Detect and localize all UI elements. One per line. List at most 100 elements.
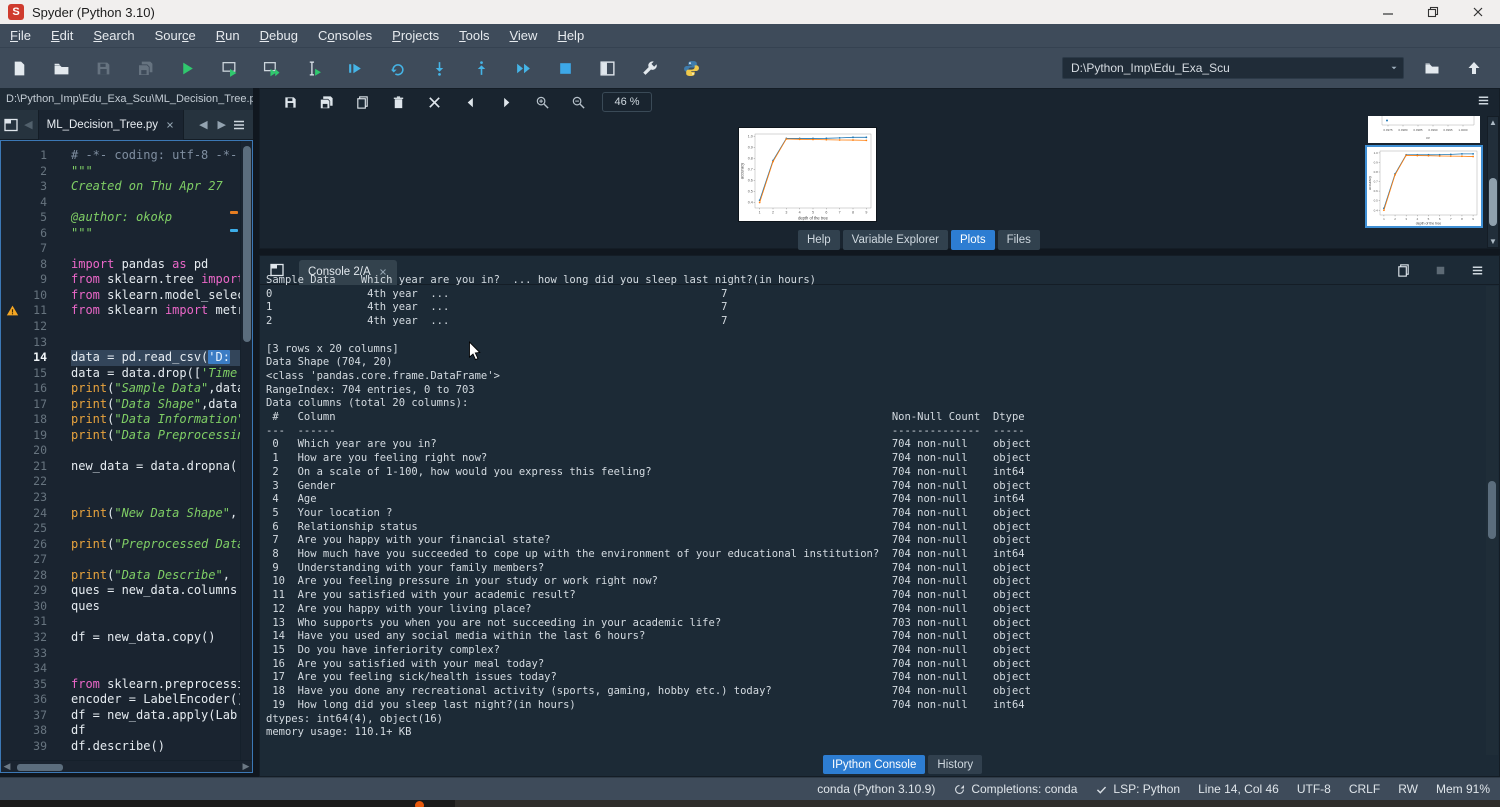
code-line[interactable]: 36encoder = LabelEncoder() bbox=[1, 692, 252, 708]
code-line[interactable]: 16print("Sample Data",data bbox=[1, 381, 252, 397]
menu-debug[interactable]: Debug bbox=[250, 24, 308, 48]
code-line[interactable]: 38df bbox=[1, 723, 252, 739]
new-file-button[interactable] bbox=[5, 54, 33, 82]
code-line[interactable]: 7 bbox=[1, 241, 252, 257]
scrollbar-thumb[interactable] bbox=[1488, 481, 1496, 539]
open-file-button[interactable] bbox=[47, 54, 75, 82]
code-line[interactable]: 23 bbox=[1, 490, 252, 506]
pythonpath-button[interactable] bbox=[677, 54, 705, 82]
code-line[interactable]: 2""" bbox=[1, 164, 252, 180]
code-line[interactable]: 22 bbox=[1, 474, 252, 490]
close-icon[interactable] bbox=[165, 120, 175, 130]
previous-plot-button[interactable] bbox=[458, 90, 482, 114]
menu-source[interactable]: Source bbox=[145, 24, 206, 48]
debug-step-out-button[interactable] bbox=[467, 54, 495, 82]
menu-run[interactable]: Run bbox=[206, 24, 250, 48]
zoom-out-button[interactable] bbox=[566, 90, 590, 114]
code-line[interactable]: 34 bbox=[1, 661, 252, 677]
code-line[interactable]: 15data = data.drop(['Time bbox=[1, 366, 252, 382]
code-line[interactable]: 24print("New Data Shape", bbox=[1, 506, 252, 522]
pane-tab-files[interactable]: Files bbox=[998, 230, 1040, 250]
prev-file-icon[interactable]: ◀ bbox=[194, 118, 212, 131]
scrollbar-thumb[interactable] bbox=[17, 764, 63, 771]
run-selection-button[interactable] bbox=[299, 54, 327, 82]
menu-view[interactable]: View bbox=[499, 24, 547, 48]
run-button[interactable] bbox=[173, 54, 201, 82]
code-line[interactable]: 20 bbox=[1, 443, 252, 459]
maximize-pane-button[interactable] bbox=[593, 54, 621, 82]
menu-tools[interactable]: Tools bbox=[449, 24, 499, 48]
plot-thumbnail-partial[interactable]: 0.99750.99800.99850.99900.99951.0000cv bbox=[1368, 116, 1480, 143]
code-line[interactable]: 19print("Data Preprocessing" bbox=[1, 428, 252, 444]
preferences-button[interactable] bbox=[635, 54, 663, 82]
menu-file[interactable]: File bbox=[0, 24, 41, 48]
menu-help[interactable]: Help bbox=[547, 24, 594, 48]
nav-back-icon[interactable]: ◀ bbox=[19, 118, 37, 131]
scroll-up-icon[interactable]: ▲ bbox=[1488, 118, 1498, 127]
code-line[interactable]: 18print("Data Information" bbox=[1, 412, 252, 428]
tab-ipython-console[interactable]: IPython Console bbox=[823, 755, 925, 774]
editor-horizontal-scrollbar[interactable]: ◀ ▶ bbox=[1, 760, 252, 772]
code-line[interactable]: 30ques bbox=[1, 599, 252, 615]
run-cell-button[interactable] bbox=[215, 54, 243, 82]
code-line[interactable]: 8import pandas as pd bbox=[1, 257, 252, 273]
code-line[interactable]: 11from sklearn import metrics bbox=[1, 303, 252, 319]
browse-directory-button[interactable] bbox=[1418, 54, 1446, 82]
scroll-down-icon[interactable]: ▼ bbox=[1488, 237, 1498, 246]
debug-step-button[interactable] bbox=[383, 54, 411, 82]
editor-options-menu-icon[interactable] bbox=[231, 117, 247, 133]
remove-plot-button[interactable] bbox=[386, 90, 410, 114]
editor-vertical-scrollbar[interactable] bbox=[240, 141, 252, 760]
next-plot-button[interactable] bbox=[494, 90, 518, 114]
plots-options-menu-icon[interactable] bbox=[1476, 93, 1491, 108]
code-line[interactable]: 6""" bbox=[1, 226, 252, 242]
code-line[interactable]: 4 bbox=[1, 195, 252, 211]
code-line[interactable]: 17print("Data Shape",data bbox=[1, 397, 252, 413]
editor-panel[interactable]: 1# -*- coding: utf-8 -*-2"""3Created on … bbox=[0, 140, 253, 773]
run-cell-advance-button[interactable] bbox=[257, 54, 285, 82]
console-vertical-scrollbar[interactable] bbox=[1486, 286, 1498, 755]
next-file-icon[interactable]: ▶ bbox=[213, 118, 231, 131]
code-line[interactable]: 31 bbox=[1, 614, 252, 630]
menu-search[interactable]: Search bbox=[83, 24, 144, 48]
code-line[interactable]: 9from sklearn.tree import bbox=[1, 272, 252, 288]
scrollbar-thumb[interactable] bbox=[1489, 178, 1497, 226]
code-line[interactable]: 10from sklearn.model_selection bbox=[1, 288, 252, 304]
code-line[interactable]: 13 bbox=[1, 335, 252, 351]
code-line[interactable]: 12 bbox=[1, 319, 252, 335]
restore-button[interactable] bbox=[1410, 0, 1455, 24]
stop-button[interactable] bbox=[551, 54, 579, 82]
chevron-down-icon[interactable] bbox=[1385, 63, 1403, 73]
code-line[interactable]: 35from sklearn.preprocessing bbox=[1, 677, 252, 693]
browse-tabs-icon[interactable] bbox=[3, 117, 19, 133]
scrollbar-thumb[interactable] bbox=[243, 146, 251, 342]
scroll-left-icon[interactable]: ◀ bbox=[1, 761, 13, 772]
code-line[interactable]: 27 bbox=[1, 552, 252, 568]
plot-thumbnail-selected[interactable]: 0.40.50.60.70.80.91.0123456789depth of t… bbox=[1365, 145, 1483, 228]
pane-tab-variable-explorer[interactable]: Variable Explorer bbox=[843, 230, 948, 250]
zoom-in-button[interactable] bbox=[530, 90, 554, 114]
code-line[interactable]: 28print("Data Describe", bbox=[1, 568, 252, 584]
code-line[interactable]: 25 bbox=[1, 521, 252, 537]
save-button[interactable] bbox=[89, 54, 117, 82]
pane-tab-plots[interactable]: Plots bbox=[951, 230, 995, 250]
code-line[interactable]: 14data = pd.read_csv('D: bbox=[1, 350, 252, 366]
minimize-button[interactable] bbox=[1365, 0, 1410, 24]
debug-file-button[interactable] bbox=[341, 54, 369, 82]
debug-continue-button[interactable] bbox=[509, 54, 537, 82]
save-all-plots-button[interactable] bbox=[314, 90, 338, 114]
menu-projects[interactable]: Projects bbox=[382, 24, 449, 48]
remove-all-plots-button[interactable] bbox=[422, 90, 446, 114]
code-line[interactable]: 5@author: okokp bbox=[1, 210, 252, 226]
code-line[interactable]: 21new_data = data.dropna( bbox=[1, 459, 252, 475]
save-plot-button[interactable] bbox=[278, 90, 302, 114]
code-line[interactable]: 33 bbox=[1, 646, 252, 662]
menu-edit[interactable]: Edit bbox=[41, 24, 83, 48]
parent-directory-button[interactable] bbox=[1460, 54, 1488, 82]
code-line[interactable]: 1# -*- coding: utf-8 -*- bbox=[1, 148, 252, 164]
close-window-button[interactable] bbox=[1455, 0, 1500, 24]
pane-tab-help[interactable]: Help bbox=[798, 230, 840, 250]
code-line[interactable]: 32df = new_data.copy() bbox=[1, 630, 252, 646]
code-line[interactable]: 37df = new_data.apply(Lab bbox=[1, 708, 252, 724]
copy-plot-button[interactable] bbox=[350, 90, 374, 114]
